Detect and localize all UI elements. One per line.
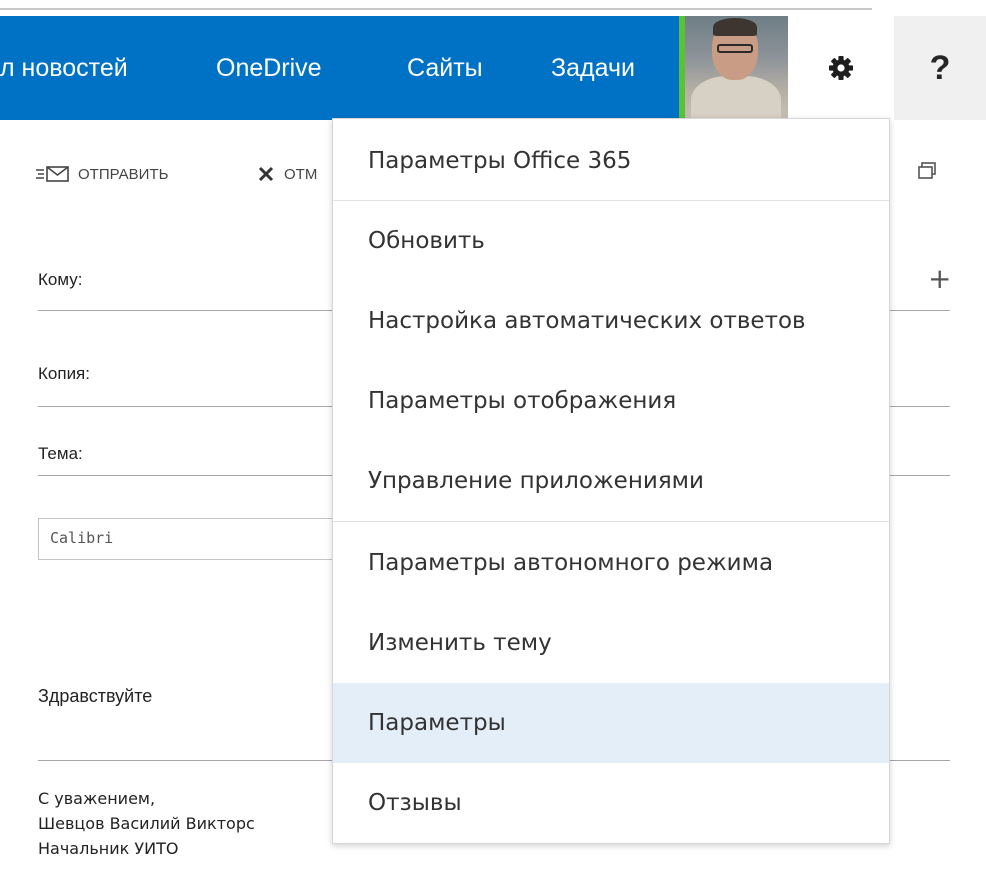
subject-field-label: Тема: <box>38 444 83 463</box>
nav-item-sites[interactable]: Сайты <box>407 16 483 120</box>
help-button[interactable]: ? <box>894 16 986 120</box>
popout-icon <box>918 162 936 179</box>
menu-separator <box>333 521 889 522</box>
send-mail-icon <box>36 166 69 182</box>
signature-line: Начальник УИТО <box>38 839 179 858</box>
menu-item-feedback[interactable]: Отзывы <box>333 763 889 843</box>
menu-item-change-theme[interactable]: Изменить тему <box>333 603 889 683</box>
avatar-glasses <box>717 44 753 53</box>
discard-label: ОТМ <box>284 165 318 183</box>
menu-item-manage-apps[interactable]: Управление приложениями <box>333 441 889 521</box>
discard-button[interactable]: ОТМ <box>258 160 317 188</box>
menu-item-refresh[interactable]: Обновить <box>333 201 889 281</box>
popout-button[interactable] <box>917 161 937 185</box>
to-field-label: Кому: <box>38 270 83 289</box>
send-label: ОТПРАВИТЬ <box>78 165 169 183</box>
close-icon <box>258 166 274 182</box>
nav-item-onedrive[interactable]: OneDrive <box>216 16 322 120</box>
avatar-body <box>691 76 781 120</box>
gear-icon <box>829 56 853 80</box>
nav-item-newsfeed[interactable]: л новостей <box>0 16 128 120</box>
send-button[interactable]: ОТПРАВИТЬ <box>36 160 168 188</box>
avatar-hair <box>713 18 757 36</box>
menu-item-display-settings[interactable]: Параметры отображения <box>333 361 889 441</box>
signature-line: С уважением, <box>38 789 156 808</box>
menu-item-options[interactable]: Параметры <box>333 683 889 763</box>
message-signature[interactable]: С уважением, Шевцов Василий Викторс Нача… <box>38 786 255 861</box>
message-greeting[interactable]: Здравствуйте <box>38 686 152 707</box>
cc-field-label: Копия: <box>38 364 90 383</box>
nav-item-tasks[interactable]: Задачи <box>551 16 635 120</box>
menu-item-office365-settings[interactable]: Параметры Office 365 <box>333 121 889 201</box>
settings-button[interactable] <box>788 16 894 120</box>
signature-line: Шевцов Василий Викторс <box>38 814 255 833</box>
window-top-border <box>0 8 872 10</box>
font-name-select[interactable]: Calibri <box>38 518 358 560</box>
add-recipient-button[interactable]: + <box>928 264 951 294</box>
user-avatar[interactable] <box>685 16 788 120</box>
menu-item-offline-settings[interactable]: Параметры автономного режима <box>333 523 889 603</box>
menu-item-auto-replies[interactable]: Настройка автоматических ответов <box>333 281 889 361</box>
settings-menu: Параметры Office 365 Обновить Настройка … <box>332 118 890 844</box>
window-top-strip <box>0 0 986 14</box>
top-navigation-bar: л новостей OneDrive Сайты Задачи <box>0 16 680 120</box>
